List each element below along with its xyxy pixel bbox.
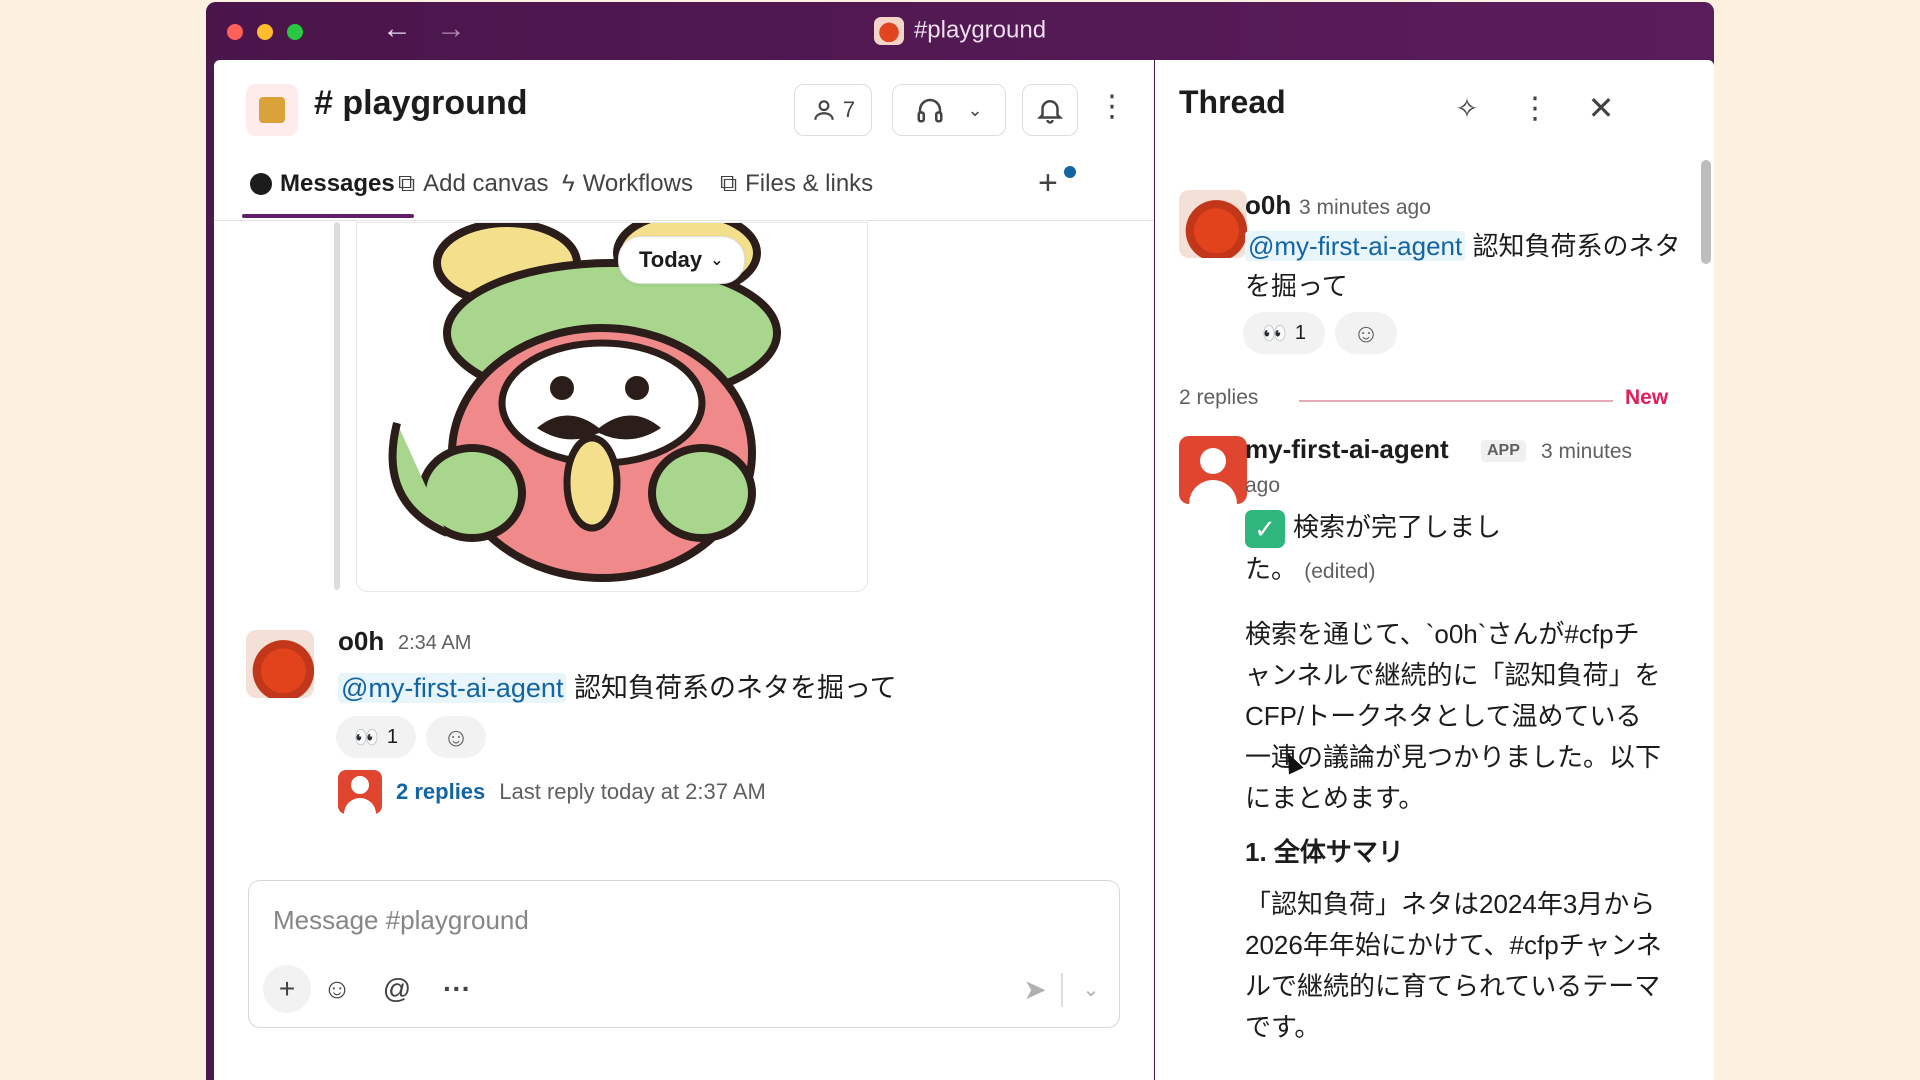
check-mark-icon: ✓ <box>1245 510 1285 549</box>
eyes-icon: 👀 <box>353 726 379 749</box>
bot-status-text: ✓ 検索が完了しました。 (edited) <box>1245 510 1502 585</box>
more-options-icon[interactable]: ⋮ <box>1511 84 1559 132</box>
send-separator <box>1061 973 1063 1007</box>
thread-pane: Thread ✧ ⋮ ✕ o0h 3 minutes ago @my-first… <box>1155 60 1714 1080</box>
channel-header: # playground 7 ⌄ ⋮ <box>214 60 1154 152</box>
message-author[interactable]: o0h <box>1245 190 1291 221</box>
app-window: ← → #playground # playground 7 ⌄ ⋮ Messa… <box>206 2 1714 1080</box>
add-reaction-button[interactable]: ☺ <box>1335 312 1397 354</box>
message-timestamp[interactable]: 3 minutes ago <box>1299 196 1431 220</box>
thread-replies-summary[interactable]: 2 replies Last reply today at 2:37 AM <box>338 770 766 814</box>
message-bubble-icon <box>250 173 272 195</box>
lightning-icon: ϟ <box>562 170 575 197</box>
chevron-down-icon[interactable]: ⌄ <box>1067 965 1115 1013</box>
title-bar: ← → #playground <box>206 2 1714 60</box>
reaction-eyes[interactable]: 👀 1 <box>1243 312 1325 354</box>
eyes-icon: 👀 <box>1261 322 1287 345</box>
user-mention[interactable]: @my-first-ai-agent <box>1245 231 1466 261</box>
channel-title[interactable]: # playground <box>314 84 527 123</box>
edited-label: (edited) <box>1304 560 1376 584</box>
more-formatting-icon[interactable]: ··· <box>433 965 481 1013</box>
attachment-quote-bar <box>334 222 340 590</box>
sticker-image[interactable] <box>356 222 868 592</box>
message-composer: + ☺ @ ··· ➤ ⌄ <box>248 880 1120 1028</box>
reaction-eyes[interactable]: 👀 1 <box>336 716 416 758</box>
message-text: @my-first-ai-agent 認知負荷系のネタを掘って <box>338 666 897 705</box>
bot-avatar[interactable] <box>1179 436 1247 504</box>
new-divider-line <box>1299 400 1613 402</box>
scrollbar[interactable] <box>1701 160 1711 264</box>
more-options-icon[interactable]: ⋮ <box>1092 84 1132 136</box>
files-icon: ⧉ <box>720 170 738 197</box>
reply-count: 2 replies <box>1179 386 1259 409</box>
message-list[interactable]: Today ⌄ o0h 2:34 AM @my-first-ai-agent 認… <box>214 222 1154 942</box>
channel-tabs: Messages ⧉ Add canvas ϟ Workflows ⧉ File… <box>214 156 1154 221</box>
reaction-count: 1 <box>386 725 399 748</box>
reply-avatar <box>338 770 382 814</box>
bot-name[interactable]: my-first-ai-agent <box>1245 434 1449 465</box>
message-timestamp[interactable]: 3 minutes <box>1541 440 1632 464</box>
add-reaction-button[interactable]: ☺ <box>426 716 486 758</box>
character-sticker-illustration <box>388 223 781 582</box>
tab-workflows[interactable]: ϟ Workflows <box>562 170 693 198</box>
bell-icon <box>1036 100 1064 124</box>
bot-section-heading: 1. 全体サマリ <box>1245 837 1404 867</box>
message-timestamp[interactable]: 2:34 AM <box>398 632 471 655</box>
add-emoji-icon: ☺ <box>442 721 470 752</box>
add-emoji-icon: ☺ <box>1352 317 1380 348</box>
last-reply-time: Last reply today at 2:37 AM <box>499 779 766 804</box>
reaction-count: 1 <box>1294 321 1307 344</box>
chevron-down-icon: ⌄ <box>710 252 724 269</box>
tab-messages[interactable]: Messages <box>250 170 395 198</box>
message-text: @my-first-ai-agent 認知負荷系のネタを掘って <box>1245 231 1681 301</box>
chevron-down-icon[interactable]: ⌄ <box>967 100 982 121</box>
send-icon[interactable]: ➤ <box>1011 965 1059 1013</box>
channel-avatar[interactable] <box>246 84 298 136</box>
replies-link[interactable]: 2 replies <box>396 779 485 805</box>
avatar[interactable] <box>246 630 314 698</box>
user-mention[interactable]: @my-first-ai-agent <box>338 673 567 703</box>
new-indicator-dot <box>1062 164 1078 180</box>
plus-icon[interactable]: + <box>263 965 311 1013</box>
message-input[interactable] <box>271 899 875 941</box>
ai-summary-icon[interactable]: ✧ <box>1443 84 1491 132</box>
person-icon <box>814 100 834 120</box>
headphones-icon <box>917 98 943 123</box>
tab-files-links[interactable]: ⧉ Files & links <box>720 170 873 198</box>
member-count: 7 <box>842 97 856 122</box>
close-icon[interactable]: ✕ <box>1577 84 1625 132</box>
bot-paragraph: 「認知負荷」ネタは2024年3月から2026年年始にかけて、#cfpチャンネルで… <box>1245 889 1662 1042</box>
active-tab-underline <box>242 214 414 218</box>
message-author[interactable]: o0h <box>338 626 384 657</box>
window-title: #playground <box>206 16 1714 45</box>
new-label: New <box>1625 386 1669 409</box>
add-tab-icon[interactable]: + <box>1038 164 1058 203</box>
canvas-icon: ⧉ <box>398 170 416 197</box>
message-timestamp-cont[interactable]: ago <box>1245 474 1280 498</box>
emoji-icon[interactable]: ☺ <box>313 965 361 1013</box>
members-button[interactable]: 7 <box>794 84 872 136</box>
mention-icon[interactable]: @ <box>373 965 421 1013</box>
date-divider-pill[interactable]: Today ⌄ <box>618 236 745 284</box>
avatar[interactable] <box>1179 190 1247 258</box>
bot-paragraph: 検索を通じて、`o0h`さんが#cfpチャンネルで継続的に「認知負荷」をCFP/… <box>1245 619 1662 813</box>
tab-add-canvas[interactable]: ⧉ Add canvas <box>398 170 549 198</box>
notifications-button[interactable] <box>1022 84 1078 136</box>
app-badge: APP <box>1481 440 1526 462</box>
channel-pane: # playground 7 ⌄ ⋮ Messages ⧉ Add canvas <box>214 60 1154 1080</box>
thread-title: Thread <box>1179 84 1286 120</box>
huddle-button[interactable]: ⌄ <box>892 84 1006 136</box>
workspace-icon <box>873 16 904 45</box>
